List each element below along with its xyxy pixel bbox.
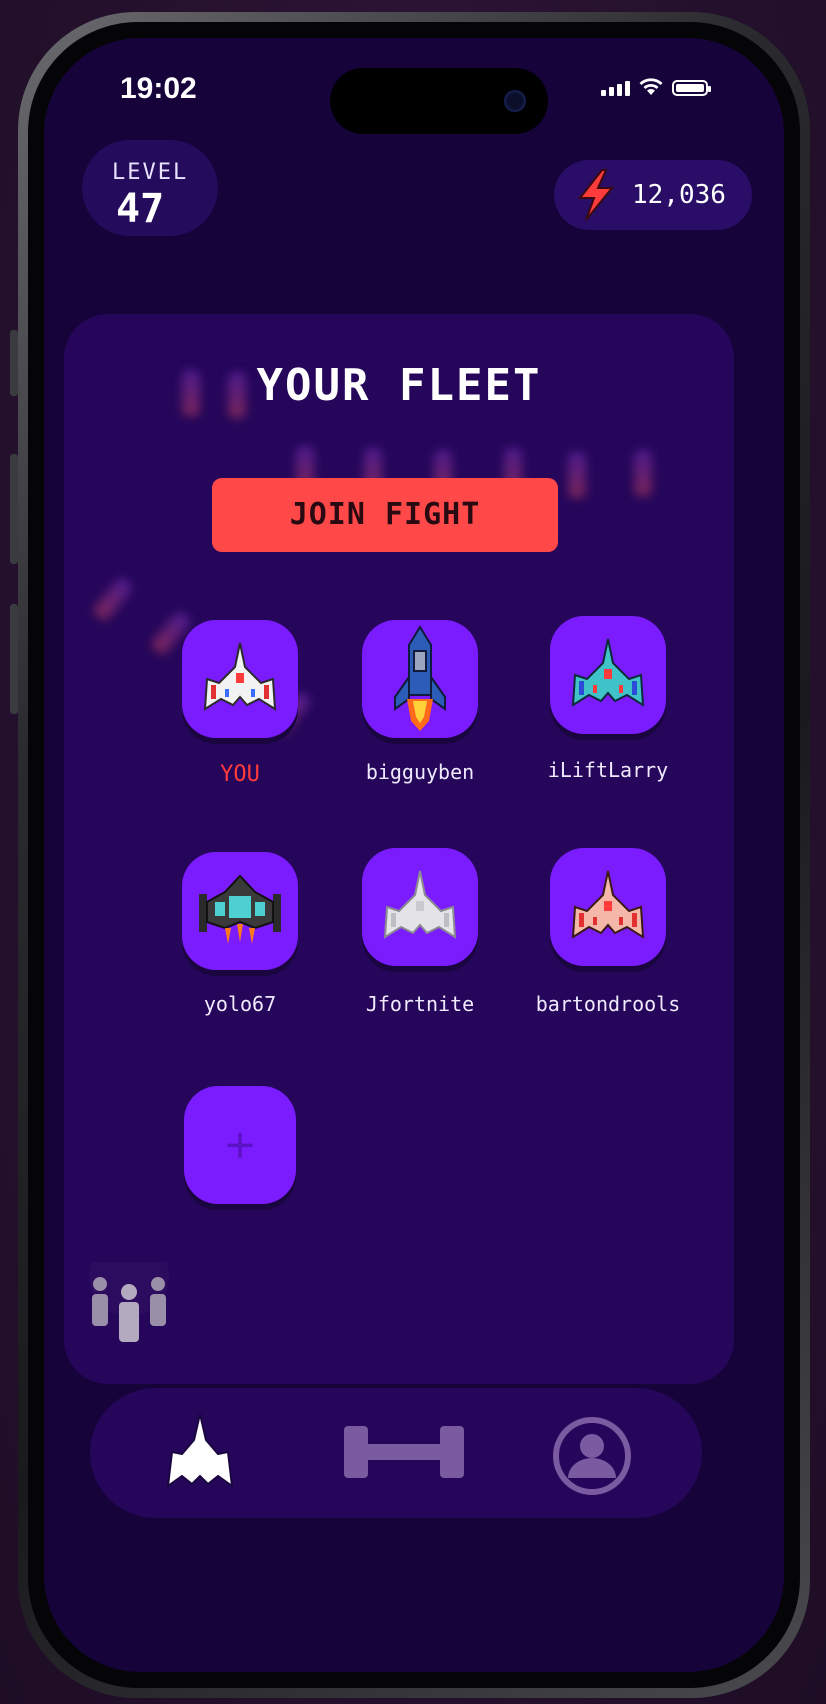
fleet-member-yolo67[interactable] — [182, 852, 298, 970]
camera-icon — [504, 90, 526, 112]
fleet-member-bartondrools[interactable] — [550, 848, 666, 966]
status-time: 19:02 — [120, 72, 197, 105]
nav-profile[interactable] — [552, 1416, 632, 1500]
nav-workout[interactable] — [344, 1422, 464, 1486]
fleet-member-name: yolo67 — [203, 992, 277, 1016]
wifi-icon — [639, 78, 663, 95]
fleet-member-name: Jfortnite — [365, 992, 475, 1016]
white-jet-ship-icon — [203, 642, 277, 711]
signal-icon — [601, 81, 630, 96]
nav-ship[interactable] — [162, 1410, 238, 1500]
energy-counter[interactable]: 12,036 — [554, 160, 752, 230]
fleet-member-iliftlarry[interactable] — [550, 616, 666, 734]
bg-ship-decoration — [568, 452, 586, 498]
volume-down-button — [10, 604, 18, 714]
fleet-member-name: bigguyben — [365, 760, 475, 784]
fleet-title: YOUR FLEET — [256, 360, 542, 411]
mute-switch — [10, 330, 18, 396]
level-label: LEVEL — [112, 160, 189, 185]
pink-jet-ship-icon — [571, 870, 645, 939]
fleet-card: YOUR FLEET JOIN FIGHT YOU bigguyben iLif… — [64, 314, 734, 1384]
teal-fighter-ship-icon — [199, 874, 281, 944]
fleet-member-name: iLiftLarry — [547, 758, 669, 782]
bg-ship-decoration — [634, 450, 652, 496]
fleet-member-name: YOU — [220, 762, 260, 787]
profile-icon — [553, 1417, 631, 1495]
bg-ship-decoration — [91, 575, 135, 623]
lightning-bolt-icon — [577, 169, 615, 221]
bottom-nav — [90, 1388, 702, 1518]
group-icon[interactable] — [84, 1262, 174, 1348]
volume-up-button — [10, 454, 18, 564]
grey-jet-ship-icon — [383, 870, 457, 939]
fleet-member-bigguyben[interactable] — [362, 620, 478, 738]
dumbbell-icon — [344, 1426, 464, 1478]
teal-jet-ship-icon — [571, 638, 645, 707]
level-badge[interactable]: LEVEL 47 — [82, 140, 218, 236]
dynamic-island — [330, 68, 548, 134]
energy-value: 12,036 — [632, 180, 726, 210]
fleet-member-name: bartondrools — [535, 992, 681, 1016]
join-fight-button[interactable]: JOIN FIGHT — [212, 478, 558, 552]
fleet-member-jfortnite[interactable] — [362, 848, 478, 966]
status-icons — [601, 78, 711, 96]
screen: 19:02 LEVEL 47 12,036 YOUR FLEET JOIN FI… — [44, 38, 784, 1672]
blue-rocket-ship-icon — [394, 625, 446, 731]
level-value: 47 — [116, 186, 165, 232]
battery-icon — [672, 80, 711, 96]
ship-icon — [166, 1413, 234, 1489]
fleet-member-you[interactable] — [182, 620, 298, 738]
add-member-button[interactable]: + — [184, 1086, 296, 1204]
